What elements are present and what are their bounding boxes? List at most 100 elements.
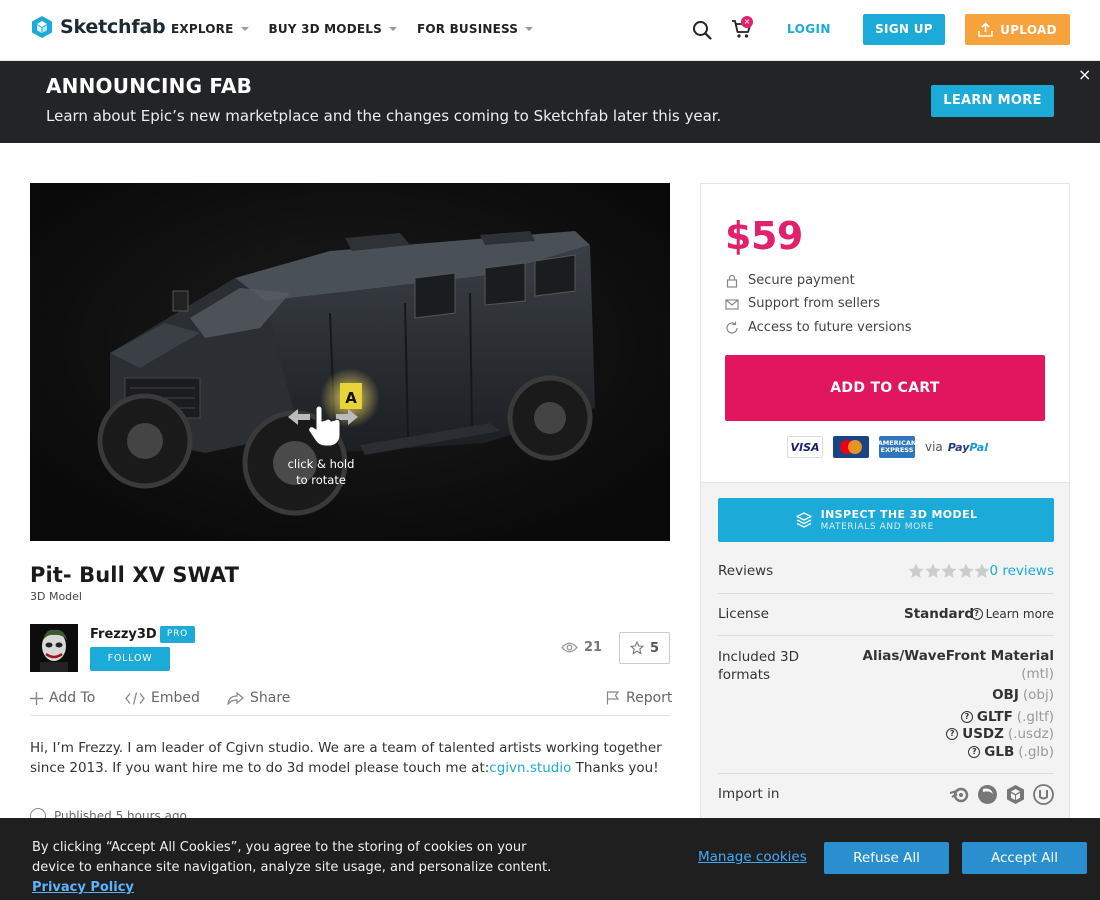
follow-button[interactable]: FOLLOW <box>90 647 170 671</box>
reviews-row: Reviews 0 reviews <box>718 563 1054 594</box>
cookie-banner: By clicking “Accept All Cookies”, you ag… <box>0 818 1100 900</box>
model-viewer[interactable]: A click & hold to rotate <box>30 183 670 541</box>
star-icon <box>958 563 973 578</box>
report-button[interactable]: Report <box>606 690 672 706</box>
cookie-text: By clicking “Accept All Cookies”, you ag… <box>32 838 552 898</box>
model-info-panel: INSPECT THE 3D MODEL MATERIALS AND MORE … <box>700 483 1070 818</box>
flag-icon <box>606 691 620 705</box>
model-title: Pit- Bull XV SWAT <box>30 563 240 587</box>
author-name[interactable]: Frezzy3D <box>90 627 157 642</box>
rotate-hand-icon <box>288 405 358 447</box>
star-icon <box>974 563 990 578</box>
share-button[interactable]: Share <box>227 690 290 706</box>
upload-label: UPLOAD <box>1000 22 1057 37</box>
embed-button[interactable]: Embed <box>125 690 200 706</box>
format-mtl-ext: (mtl) <box>1017 666 1054 682</box>
chevron-down-icon <box>240 27 249 31</box>
layers-icon <box>795 512 812 528</box>
model-actions: Add To Embed Share Report <box>30 690 672 716</box>
logo-text: Sketchfab <box>60 16 166 38</box>
inspect-title: INSPECT THE 3D MODEL <box>820 508 978 521</box>
formats-row: Included 3D formats Alias/WaveFront Mate… <box>718 648 1054 774</box>
help-icon: ? <box>946 728 959 740</box>
add-to-button[interactable]: Add To <box>30 690 95 706</box>
inspect-labels: INSPECT THE 3D MODEL MATERIALS AND MORE <box>821 508 978 532</box>
add-to-cart-button[interactable]: ADD TO CART <box>725 355 1045 421</box>
format-ext: (obj) <box>1022 687 1054 703</box>
code-icon <box>125 691 145 705</box>
format-mtl: Alias/WaveFront Material <box>863 648 1055 664</box>
mastercard-icon <box>833 436 869 458</box>
paypal-text-b: Pal <box>969 440 988 454</box>
cart-badge: × <box>741 16 753 28</box>
upload-icon <box>978 22 993 37</box>
accept-all-button[interactable]: Accept All <box>962 842 1087 874</box>
signup-button[interactable]: SIGN UP <box>863 14 945 45</box>
format-name: GLTF <box>976 709 1013 725</box>
plus-icon <box>30 691 43 705</box>
reviews-link[interactable]: 0 reviews <box>989 563 1054 579</box>
add-to-label: Add To <box>49 690 96 706</box>
inspect-model-button[interactable]: INSPECT THE 3D MODEL MATERIALS AND MORE <box>718 498 1054 542</box>
upload-button[interactable]: UPLOAD <box>965 14 1070 45</box>
cinema4d-icon[interactable] <box>977 784 998 805</box>
star-icon <box>941 563 957 578</box>
import-apps <box>949 784 1054 805</box>
manage-cookies-link[interactable]: Manage cookies <box>698 849 807 865</box>
chevron-down-icon <box>525 27 534 31</box>
format-ext: (.glb) <box>1018 744 1054 760</box>
like-button[interactable]: 5 <box>619 632 670 664</box>
star-icon <box>629 641 644 655</box>
eye-icon <box>561 642 578 653</box>
model-description: Hi, I’m Frezzy. I am leader of Cgivn stu… <box>30 738 670 778</box>
nav-for-business[interactable]: FOR BUSINESS <box>416 22 534 36</box>
format-ext: (.usdz) <box>1007 726 1054 742</box>
blender-icon[interactable] <box>949 784 970 805</box>
login-link[interactable]: LOGIN <box>787 22 831 36</box>
sketchfab-logo[interactable]: Sketchfab <box>30 15 166 39</box>
import-row: Import in <box>718 784 1054 816</box>
description-end: Thanks you! <box>571 760 659 776</box>
search-icon[interactable] <box>692 20 712 40</box>
privacy-policy-link[interactable]: Privacy Policy <box>32 880 134 895</box>
nav-business-label: FOR BUSINESS <box>416 22 519 36</box>
view-count: 21 <box>561 640 602 655</box>
studio-link[interactable]: cgivn.studio <box>489 760 571 776</box>
learn-more-button[interactable]: LEARN MORE <box>931 85 1054 117</box>
report-label: Report <box>626 690 673 706</box>
formats-label: Included 3D formats <box>718 649 799 683</box>
lock-icon <box>726 274 738 288</box>
format-gltf[interactable]: ? GLTF (.gltf) <box>960 709 1054 725</box>
format-glb[interactable]: ? GLB (.glb) <box>968 744 1054 760</box>
avatar-image <box>30 624 78 672</box>
help-icon: ? <box>968 746 981 758</box>
close-icon[interactable]: × <box>1078 65 1091 84</box>
format-usdz[interactable]: ? USDZ (.usdz) <box>946 726 1054 742</box>
perk-label: Support from sellers <box>748 296 881 311</box>
announcement-banner: ANNOUNCING FAB Learn about Epic’s new ma… <box>0 61 1100 143</box>
nav-explore-label: EXPLORE <box>171 22 234 36</box>
perk-label: Secure payment <box>748 273 855 288</box>
inspect-subtitle: MATERIALS AND MORE <box>820 522 934 532</box>
paypal-icon: PayPal <box>948 441 988 454</box>
main-nav: EXPLORE BUY 3D MODELS FOR BUSINESS <box>171 22 553 36</box>
unity-icon[interactable] <box>1005 784 1026 805</box>
nav-explore[interactable]: EXPLORE <box>171 22 249 36</box>
view-count-value: 21 <box>584 640 603 655</box>
nav-buy-3d-models[interactable]: BUY 3D MODELS <box>269 22 397 36</box>
perk-support: Support from sellers <box>725 296 880 311</box>
share-label: Share <box>250 690 291 706</box>
unreal-icon[interactable] <box>1033 784 1054 805</box>
rotate-hint-line2: to rotate <box>296 473 346 487</box>
payment-methods: VISA AMERICAN EXPRESS via PayPal <box>787 436 988 458</box>
nav-buy-label: BUY 3D MODELS <box>268 22 382 36</box>
perk-label: Access to future versions <box>748 320 912 335</box>
refresh-icon <box>726 321 738 334</box>
rotate-hint: click & hold to rotate <box>285 456 357 488</box>
refuse-all-button[interactable]: Refuse All <box>824 842 949 874</box>
banner-title: ANNOUNCING FAB <box>46 74 253 98</box>
learn-more-link[interactable]: ? Learn more <box>970 607 1054 621</box>
help-icon: ? <box>970 608 983 620</box>
avatar[interactable] <box>30 624 78 672</box>
import-label: Import in <box>718 786 780 802</box>
